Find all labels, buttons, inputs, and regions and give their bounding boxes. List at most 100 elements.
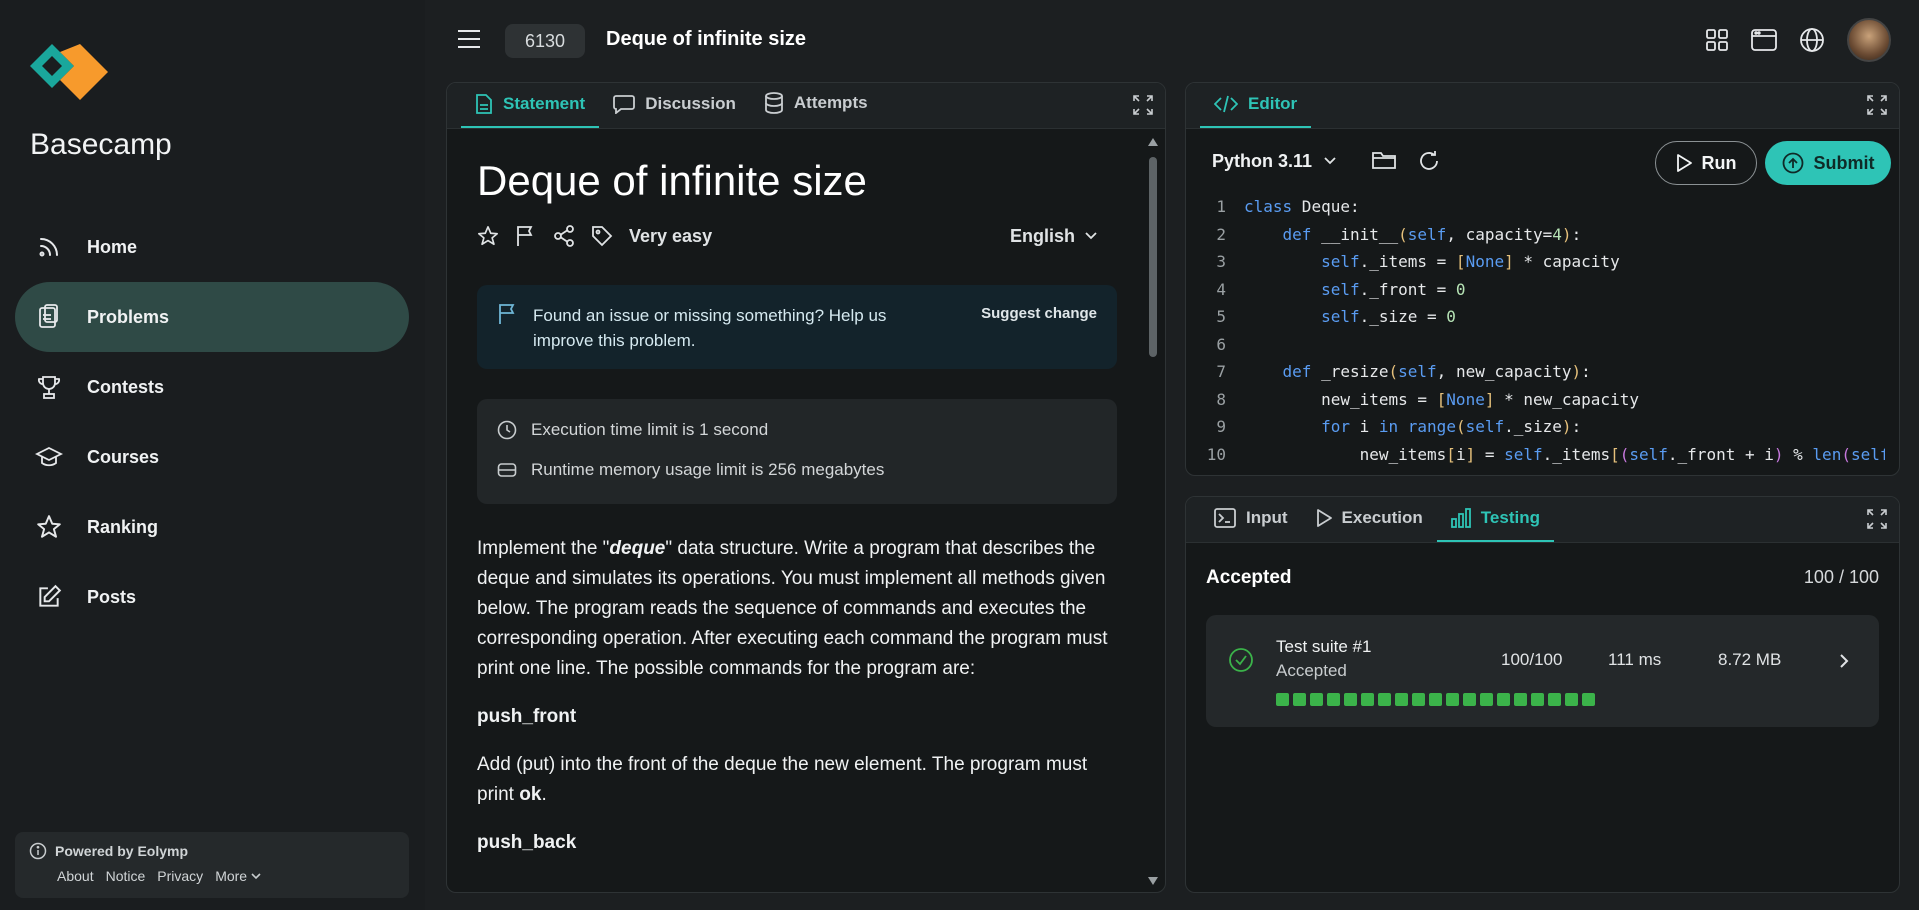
chevron-down-icon <box>251 873 261 880</box>
privacy-link[interactable]: Privacy <box>157 868 203 884</box>
sidebar-item-label: Ranking <box>87 516 159 537</box>
star-icon <box>35 513 63 541</box>
expand-icon[interactable] <box>1133 95 1153 115</box>
chevron-down-icon <box>1085 232 1097 240</box>
expand-icon[interactable] <box>1867 509 1887 529</box>
clipboard-icon <box>35 303 63 331</box>
statement-tabbar: Statement Discussion Attempts <box>447 83 1165 129</box>
language-value: Python 3.11 <box>1212 150 1313 171</box>
test-result-dot <box>1378 693 1391 706</box>
tab-attempts[interactable]: Attempts <box>750 92 882 128</box>
submit-label: Submit <box>1813 152 1875 173</box>
about-link[interactable]: About <box>57 868 94 884</box>
more-link[interactable]: More <box>215 868 261 884</box>
test-suite-row[interactable]: Test suite #1 Accepted 100/100 111 ms 8.… <box>1206 615 1879 727</box>
sidebar-item-contests[interactable]: Contests <box>15 352 409 422</box>
refresh-icon[interactable] <box>1418 150 1440 172</box>
description-paragraph: Implement the "deque" data structure. Wr… <box>477 538 1108 679</box>
suite-points: 100/100 <box>1501 650 1563 669</box>
test-result-dot <box>1531 693 1544 706</box>
testing-tabbar: Input Execution Testing <box>1186 497 1899 543</box>
globe-icon[interactable] <box>1799 27 1825 53</box>
verdict: Accepted <box>1206 567 1292 588</box>
tab-input[interactable]: Input <box>1200 508 1302 542</box>
problem-meta: Very easy English <box>477 225 1117 247</box>
sidebar-item-label: Courses <box>87 446 160 467</box>
sidebar-item-home[interactable]: Home <box>15 212 409 282</box>
language-select[interactable]: English <box>1010 226 1097 247</box>
issue-notice: Found an issue or missing something? Hel… <box>477 285 1117 369</box>
test-result-dot <box>1276 693 1289 706</box>
window-icon[interactable] <box>1751 28 1777 52</box>
tab-execution[interactable]: Execution <box>1302 508 1437 542</box>
code-line: 8 new_items = [None] * new_capacity <box>1216 389 1639 409</box>
notice-link[interactable]: Notice <box>106 868 146 884</box>
powered-by-text: Powered by Eolymp <box>55 843 189 859</box>
statement-panel: Statement Discussion Attempts Deque of i… <box>446 82 1166 893</box>
test-result-dot <box>1514 693 1527 706</box>
memory-limit: Runtime memory usage limit is 256 megaby… <box>531 460 885 479</box>
folder-icon[interactable] <box>1372 150 1396 172</box>
total-score: 100 / 100 <box>1803 567 1879 587</box>
tag-icon[interactable] <box>591 225 613 247</box>
test-result-dot <box>1497 693 1510 706</box>
suggest-change-button[interactable]: Suggest change <box>981 305 1097 351</box>
test-result-dot <box>1361 693 1374 706</box>
test-result-dot <box>1548 693 1561 706</box>
testing-panel: Input Execution Testing Accepted 100 / 1… <box>1185 496 1900 893</box>
suite-time: 111 ms <box>1608 650 1662 669</box>
tab-label: Statement <box>503 94 586 113</box>
test-results-dots <box>1276 693 1595 706</box>
tab-statement[interactable]: Statement <box>461 94 600 128</box>
code-line: 3 self._items = [None] * capacity <box>1216 252 1620 271</box>
flag-icon <box>497 303 519 351</box>
tab-discussion[interactable]: Discussion <box>599 94 750 128</box>
more-label: More <box>215 868 248 884</box>
sidebar-item-ranking[interactable]: Ranking <box>15 492 409 562</box>
flag-icon[interactable] <box>515 225 537 247</box>
submit-button[interactable]: Submit <box>1765 141 1891 185</box>
run-label: Run <box>1701 152 1737 173</box>
code-line: 9 for i in range(self._size): <box>1216 417 1582 436</box>
powered-by-box: Powered by Eolymp About Notice Privacy M… <box>15 832 409 898</box>
apps-grid-icon[interactable] <box>1705 28 1729 52</box>
suite-name: Test suite #1 <box>1276 637 1372 656</box>
statement-scrollbar[interactable] <box>1147 137 1159 886</box>
sidebar-item-courses[interactable]: Courses <box>15 422 409 492</box>
language-select[interactable]: Python 3.11 <box>1212 151 1336 172</box>
tab-label: Attempts <box>793 93 868 112</box>
tab-editor[interactable]: Editor <box>1200 94 1312 128</box>
avatar[interactable] <box>1847 18 1891 62</box>
hamburger-menu-button[interactable] <box>457 28 481 50</box>
command-heading: push_back <box>477 832 577 853</box>
tab-label: Input <box>1246 508 1288 527</box>
chevron-down-icon <box>1324 157 1336 165</box>
play-icon <box>1676 154 1692 172</box>
test-result-dot <box>1344 693 1357 706</box>
sidebar-item-label: Posts <box>87 586 137 607</box>
run-button[interactable]: Run <box>1655 141 1757 185</box>
sidebar-item-problems[interactable]: Problems <box>15 282 409 352</box>
brand-logo[interactable] <box>30 44 110 100</box>
suite-memory: 8.72 MB <box>1718 650 1782 669</box>
chevron-right-icon[interactable] <box>1839 653 1849 669</box>
test-result-dot <box>1429 693 1442 706</box>
edit-icon <box>35 583 63 611</box>
share-icon[interactable] <box>553 225 575 247</box>
expand-icon[interactable] <box>1867 95 1887 115</box>
tab-testing[interactable]: Testing <box>1436 508 1554 542</box>
test-result-dot <box>1310 693 1323 706</box>
top-icons <box>1705 18 1891 62</box>
code-editor[interactable]: 1 class Deque: 2 def __init__(self, capac… <box>1186 193 1885 475</box>
sidebar-item-posts[interactable]: Posts <box>15 562 409 632</box>
sidebar: Basecamp Home Problems Contests Courses <box>0 0 425 910</box>
memory-icon <box>497 460 517 480</box>
code-icon <box>1214 95 1238 113</box>
tab-label: Editor <box>1248 94 1298 113</box>
bar-chart-icon <box>1450 508 1471 528</box>
code-line: 10 new_items[i] = self._items[(self._fro… <box>1206 444 1885 464</box>
scrollbar-thumb[interactable] <box>1149 157 1157 357</box>
star-icon[interactable] <box>477 225 499 247</box>
problem-title: Deque of infinite size <box>477 157 867 204</box>
test-result-dot <box>1446 693 1459 706</box>
